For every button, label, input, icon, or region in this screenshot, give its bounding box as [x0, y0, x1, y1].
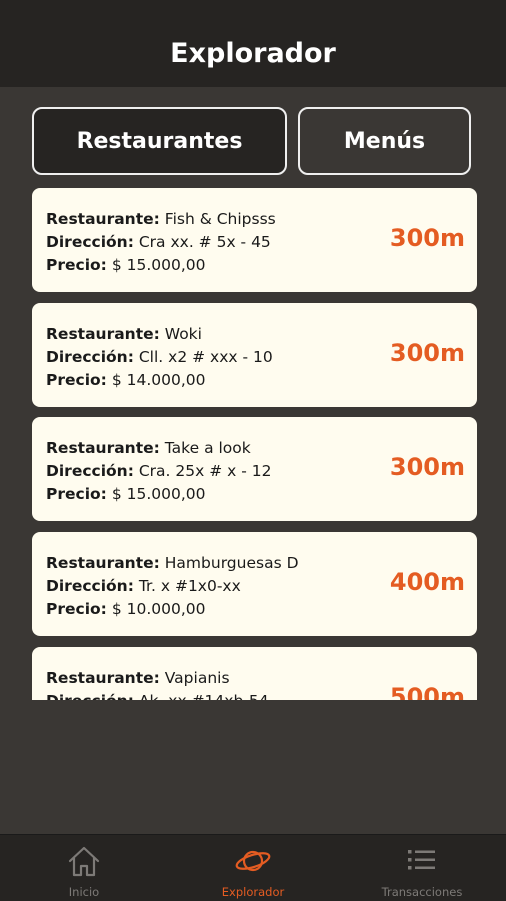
tabbar-label-explorador: Explorador	[221, 885, 285, 899]
address-label: Dirección:	[46, 348, 134, 366]
price-label: Precio:	[46, 256, 107, 274]
price-row: Precio: $ 15.000,00	[46, 254, 276, 277]
app-header: Explorador	[0, 0, 506, 87]
restaurant-name: Hamburguesas D	[164, 554, 299, 572]
tabbar-label-inicio: Inicio	[68, 885, 100, 899]
list-icon	[405, 845, 439, 880]
price-row: Precio: $ 10.000,00	[46, 598, 299, 621]
restaurant-address: Tr. x #1x0-xx	[138, 577, 241, 595]
planet-icon	[234, 845, 272, 882]
tabbar-item-transacciones[interactable]: Transacciones	[338, 835, 506, 901]
price-row: Precio: $ 14.000,00	[46, 369, 273, 392]
restaurant-distance: 300m	[389, 339, 465, 367]
restaurant-price: $ 15.000,00	[111, 485, 206, 503]
restaurant-label: Restaurante:	[46, 554, 160, 572]
restaurant-distance: 400m	[389, 568, 465, 596]
restaurant-name-row: Restaurante: Hamburguesas D	[46, 552, 299, 575]
price-label: Precio:	[46, 485, 107, 503]
restaurant-price: $ 10.000,00	[111, 600, 206, 618]
restaurant-address: Ak. xx #14xb-54	[139, 692, 269, 700]
restaurant-name-row: Restaurante: Woki	[46, 323, 273, 346]
address-row: Dirección: Tr. x #1x0-xx	[46, 575, 299, 598]
restaurant-info: Restaurante: Hamburguesas D Dirección: T…	[46, 552, 299, 621]
restaurant-name: Fish & Chipsss	[164, 210, 276, 228]
restaurant-distance: 300m	[389, 224, 465, 252]
restaurant-name-row: Restaurante: Fish & Chipsss	[46, 208, 276, 231]
restaurant-info: Restaurante: Woki Dirección: Cll. x2 # x…	[46, 323, 273, 392]
address-label: Dirección:	[46, 692, 134, 700]
restaurant-price: $ 14.000,00	[111, 371, 206, 389]
address-row: Dirección: Cra xx. # 5x - 45	[46, 231, 276, 254]
price-label: Precio:	[46, 600, 107, 618]
address-label: Dirección:	[46, 577, 134, 595]
restaurant-card[interactable]: Restaurante: Hamburguesas D Dirección: T…	[32, 532, 477, 636]
restaurant-address: Cll. x2 # xxx - 10	[138, 348, 273, 366]
restaurant-info: Restaurante: Take a look Dirección: Cra.…	[46, 437, 272, 506]
address-label: Dirección:	[46, 462, 134, 480]
restaurant-name-row: Restaurante: Take a look	[46, 437, 272, 460]
restaurant-label: Restaurante:	[46, 210, 160, 228]
tabbar-item-explorador[interactable]: Explorador	[169, 835, 337, 901]
restaurant-price: $ 15.000,00	[111, 256, 206, 274]
restaurant-address: Cra. 25x # x - 12	[138, 462, 272, 480]
restaurant-name: Woki	[164, 325, 202, 343]
restaurant-name: Take a look	[164, 439, 251, 457]
restaurant-name-row: Restaurante: Vapianis	[46, 667, 269, 690]
restaurant-distance: 500m	[389, 683, 465, 700]
address-row: Dirección: Ak. xx #14xb-54	[46, 690, 269, 700]
restaurant-name: Vapianis	[164, 669, 230, 687]
restaurant-distance: 300m	[389, 453, 465, 481]
tabbar-label-transacciones: Transacciones	[381, 885, 463, 899]
home-icon	[67, 845, 101, 882]
restaurant-info: Restaurante: Fish & Chipsss Dirección: C…	[46, 208, 276, 277]
tab-menus[interactable]: Menús	[298, 107, 471, 175]
bottom-tab-bar: Inicio Explorador Transacciones	[0, 834, 506, 901]
restaurant-card[interactable]: Restaurante: Woki Dirección: Cll. x2 # x…	[32, 303, 477, 407]
tabbar-item-inicio[interactable]: Inicio	[0, 835, 168, 901]
restaurant-label: Restaurante:	[46, 325, 160, 343]
tab-restaurantes[interactable]: Restaurantes	[32, 107, 287, 175]
restaurant-label: Restaurante:	[46, 439, 160, 457]
restaurant-card[interactable]: Restaurante: Fish & Chipsss Dirección: C…	[32, 188, 477, 292]
restaurant-card[interactable]: Restaurante: Take a look Dirección: Cra.…	[32, 417, 477, 521]
restaurant-label: Restaurante:	[46, 669, 160, 687]
page-title: Explorador	[170, 38, 336, 69]
restaurant-list[interactable]: Restaurante: Fish & Chipsss Dirección: C…	[32, 188, 477, 700]
price-row: Precio: $ 15.000,00	[46, 483, 272, 506]
address-label: Dirección:	[46, 233, 134, 251]
restaurant-address: Cra xx. # 5x - 45	[138, 233, 271, 251]
restaurant-card[interactable]: Restaurante: Vapianis Dirección: Ak. xx …	[32, 647, 477, 700]
price-label: Precio:	[46, 371, 107, 389]
segment-tabs: Restaurantes Menús	[32, 107, 472, 177]
address-row: Dirección: Cll. x2 # xxx - 10	[46, 346, 273, 369]
restaurant-info: Restaurante: Vapianis Dirección: Ak. xx …	[46, 667, 269, 700]
address-row: Dirección: Cra. 25x # x - 12	[46, 460, 272, 483]
